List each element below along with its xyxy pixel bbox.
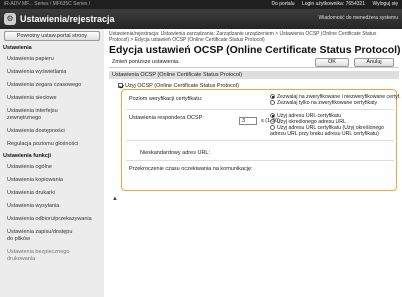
use-ocsp-checkbox[interactable]: [118, 83, 123, 88]
sidebar-heading-functions: Ustawienia funkcji: [3, 153, 51, 159]
top-status-bar: iR-ADV MF... Series / MF635C Series / Do…: [0, 0, 402, 9]
sidebar-item-volume[interactable]: Regulacja poziomu głośności: [0, 141, 104, 148]
ok-button[interactable]: OK: [315, 58, 349, 67]
mail-to-admin-link[interactable]: Wiadomość do menedżera systemu: [319, 15, 398, 21]
top-links: Do portalu Login użytkownika: 7654321 Wy…: [266, 0, 399, 9]
sidebar-item-accessibility[interactable]: Ustawienia dostępności: [0, 128, 104, 135]
custom-url-label: Nieskandardowy adres URL:: [140, 150, 211, 156]
sidebar-item-timer[interactable]: Ustawienia zegara czasowego: [0, 82, 104, 89]
sidebar-item-receive-forward[interactable]: Ustawienia odbioru/przekazywania: [0, 216, 104, 223]
instruction-text: Zmień poniższe ustawienia.: [112, 59, 180, 65]
sidebar-item-general[interactable]: Ustawienia ogólne: [0, 164, 104, 171]
main-content: Ustawienia/rejestracja: Ustawienia zarzą…: [104, 29, 402, 297]
timeout-input[interactable]: 3: [239, 117, 257, 125]
divider: [126, 160, 394, 161]
breadcrumb: Ustawienia/rejestracja: Ustawienia zarzą…: [109, 31, 377, 43]
section-header: Ustawienia OCSP (Online Certificate Stat…: [109, 71, 399, 79]
verification-level-label: Poziom weryfikacji certyfikatu:: [129, 96, 203, 102]
sidebar-item-file-access[interactable]: Ustawienia zapisu/dostępu do plików: [0, 229, 80, 243]
use-ocsp-option[interactable]: Użyj OCSP (Online Certificate Status Pro…: [118, 82, 239, 89]
sidebar-item-secure-print[interactable]: Ustawienia bezpiecznego drukowania: [0, 249, 80, 263]
responder-settings-label: Ustawienia respondera OCSP:: [129, 115, 204, 121]
sidebar-item-external-interface[interactable]: Ustawienia interfejsu zewnętrznego: [0, 108, 70, 122]
divider: [126, 140, 394, 141]
radio-button[interactable]: [270, 125, 275, 130]
back-to-top-icon[interactable]: ▲: [112, 196, 118, 202]
page-title: Edycja ustawień OCSP (Online Certificate…: [109, 44, 401, 56]
sidebar-item-printer[interactable]: Ustawienia drukarki: [0, 190, 104, 197]
app-title: Ustawienia/rejestracja: [20, 14, 115, 24]
responder-option-cert-then-custom[interactable]: Użyj adresu URL certyfikatu (Użyj określ…: [270, 124, 395, 137]
sidebar-item-send[interactable]: Ustawienia wysyłania: [0, 203, 104, 210]
device-name: iR-ADV MF... Series / MF635C Series /: [4, 1, 91, 7]
sidebar: Powrotny ustaw.portal strony Ustawienia …: [0, 29, 104, 297]
divider: [126, 109, 394, 110]
cancel-button[interactable]: Anuluj: [354, 58, 394, 67]
sidebar-item-copy[interactable]: Ustawienia kopiowania: [0, 177, 104, 184]
sidebar-heading-settings: Ustawienia: [3, 45, 32, 51]
app-header: ⚙ Ustawienia/rejestracja Wiadomość do me…: [0, 9, 402, 29]
logout-link[interactable]: Wyloguj się: [372, 1, 398, 7]
sidebar-item-network[interactable]: Ustawienia sieciowe: [0, 95, 104, 102]
timeout-range-hint: s (1-30): [261, 118, 280, 124]
sidebar-item-paper[interactable]: Ustawienia papieru: [0, 56, 104, 63]
ocsp-settings-group: Poziom weryfikacji certyfikatu: Zezwalaj…: [121, 89, 401, 191]
home-button[interactable]: Powrotny ustaw.portal strony: [4, 31, 100, 41]
instruction-row: Zmień poniższe ustawienia. OK Anuluj: [109, 57, 399, 68]
radio-button[interactable]: [270, 100, 275, 105]
timeout-label: Przekroczenie czasu oczekiwania na komun…: [129, 166, 253, 172]
portal-link[interactable]: Do portalu: [272, 1, 295, 7]
settings-logo-icon: ⚙: [4, 13, 16, 25]
login-user: Login użytkownika: 7654321: [301, 1, 366, 7]
sidebar-item-display[interactable]: Ustawienia wyświetlania: [0, 69, 104, 76]
verification-option-verified-only[interactable]: Zezwalaj tylko na zweryfikowane certyfik…: [270, 99, 377, 106]
